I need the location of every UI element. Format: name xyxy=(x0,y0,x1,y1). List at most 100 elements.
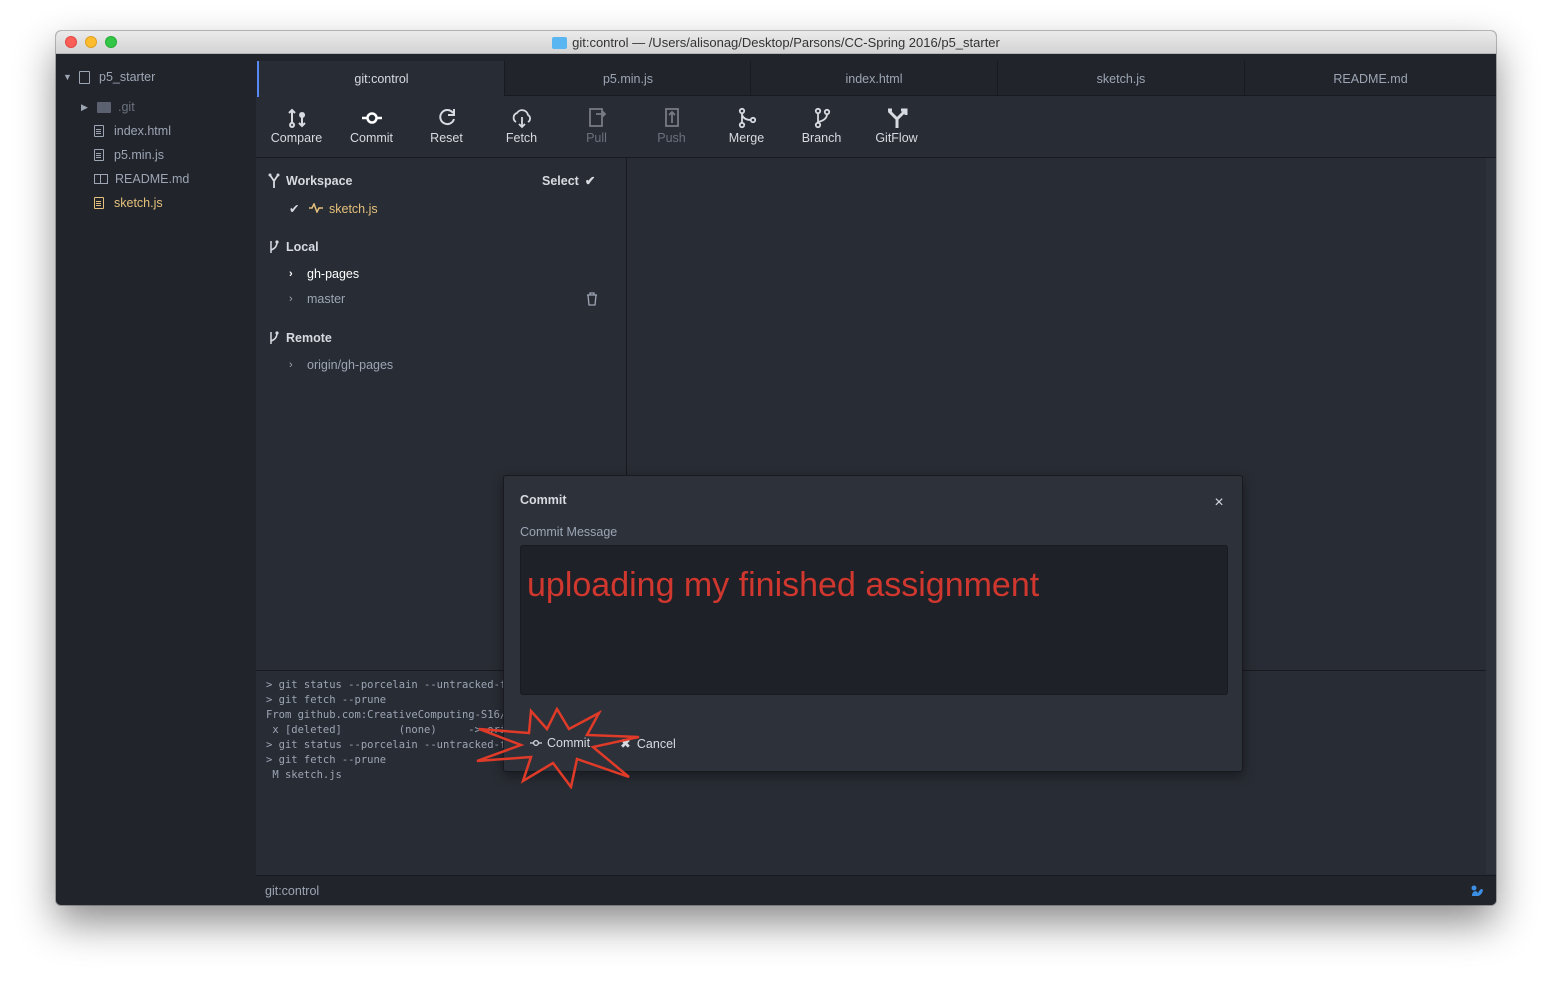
cloud-download-icon xyxy=(512,109,531,129)
commit-button[interactable]: Commit xyxy=(334,104,409,152)
maximize-window-button[interactable] xyxy=(105,36,117,48)
tool-label: Fetch xyxy=(505,131,538,145)
local-header: Local xyxy=(268,239,319,255)
status-label[interactable]: git:control xyxy=(265,884,319,898)
tool-label: Pull xyxy=(586,131,607,145)
scrollbar[interactable] xyxy=(1486,158,1496,874)
tab-sketch-js[interactable]: sketch.js xyxy=(997,61,1244,96)
tool-label: Compare xyxy=(270,131,323,145)
tree-item-readme[interactable]: README.md xyxy=(94,168,189,190)
chevron-down-icon: ▼ xyxy=(63,72,72,82)
push-icon xyxy=(664,108,679,127)
tab-label: git:control xyxy=(354,72,409,86)
commit-icon xyxy=(361,112,382,124)
tab-label: index.html xyxy=(845,71,903,86)
gitflow-button[interactable]: GitFlow xyxy=(859,104,934,152)
compare-icon xyxy=(287,108,306,128)
modified-icon xyxy=(309,201,323,216)
tab-p5-min-js[interactable]: p5.min.js xyxy=(504,61,751,96)
folder-icon xyxy=(552,37,568,49)
check-icon[interactable]: ✔ xyxy=(289,201,309,216)
local-label: Local xyxy=(286,240,319,254)
project-name: p5_starter xyxy=(99,70,156,84)
branch-label: gh-pages xyxy=(307,267,360,281)
reset-icon xyxy=(438,109,455,126)
window-title: git:control — /Users/alisonag/Desktop/Pa… xyxy=(572,34,1000,50)
remote-header: Remote xyxy=(268,330,332,346)
reset-button[interactable]: Reset xyxy=(409,104,484,152)
check-icon: ✔ xyxy=(584,174,596,188)
dialog-title: Commit xyxy=(520,493,567,507)
tool-label: Push xyxy=(657,131,686,145)
minimize-window-button[interactable] xyxy=(85,36,97,48)
chevron-right-icon: ▶ xyxy=(81,101,88,112)
workspace-file-row[interactable]: ✔ sketch.js xyxy=(289,201,378,217)
file-icon xyxy=(94,149,104,161)
branch-row-master[interactable]: › master xyxy=(289,292,345,306)
delete-branch-button[interactable] xyxy=(586,292,598,306)
gitflow-icon xyxy=(887,108,907,128)
chevron-right-icon: › xyxy=(289,268,293,280)
book-icon xyxy=(94,174,108,184)
fetch-button[interactable]: Fetch xyxy=(484,104,559,152)
compare-button[interactable]: Compare xyxy=(259,104,334,152)
tree-project-root[interactable]: ▼ p5_starter xyxy=(63,66,155,88)
tab-label: p5.min.js xyxy=(602,71,654,86)
tree-item-p5-min-js[interactable]: p5.min.js xyxy=(94,144,164,166)
tool-label: Commit xyxy=(349,131,394,145)
branch-icon xyxy=(270,240,279,253)
tab-git-control[interactable]: git:control xyxy=(257,61,504,97)
trash-icon xyxy=(587,292,597,306)
select-all-button[interactable]: Select ✔ xyxy=(542,173,596,189)
push-button[interactable]: Push xyxy=(634,104,709,152)
pull-button[interactable]: Pull xyxy=(559,104,634,152)
tab-label: sketch.js xyxy=(1096,71,1146,86)
tab-readme[interactable]: README.md xyxy=(1244,61,1496,96)
merge-button[interactable]: Merge xyxy=(709,104,784,152)
app-window: git:control — /Users/alisonag/Desktop/Pa… xyxy=(56,31,1496,905)
branch-label: master xyxy=(307,292,346,306)
tree-item-label: README.md xyxy=(115,172,190,186)
tree-item-git-folder[interactable]: ▶ .git xyxy=(81,96,135,118)
close-window-button[interactable] xyxy=(65,36,77,48)
repo-icon xyxy=(79,70,90,84)
tree-view: ▼ p5_starter ▶ .git index.html p5.min.js… xyxy=(56,54,256,905)
pull-icon xyxy=(588,108,606,127)
tree-item-sketch-js[interactable]: sketch.js xyxy=(94,192,163,214)
commit-message-label: Commit Message xyxy=(520,525,618,539)
commit-message-input[interactable]: uploading my finished assignment xyxy=(520,545,1228,695)
workspace-label: Workspace xyxy=(286,174,353,188)
starburst-annotation xyxy=(476,707,640,789)
tree-item-index-html[interactable]: index.html xyxy=(94,120,171,142)
tree-item-label: index.html xyxy=(114,124,171,138)
tree-item-label: p5.min.js xyxy=(114,148,165,162)
status-bar: git:control xyxy=(256,875,1496,905)
tree-item-label: sketch.js xyxy=(114,196,163,210)
branch-icon xyxy=(270,331,279,344)
git-toolbar: Compare Commit Reset Fetch Pull Push Mer… xyxy=(256,96,1496,158)
folder-icon xyxy=(97,101,111,113)
file-icon xyxy=(94,125,104,137)
workspace-icon xyxy=(268,173,280,188)
remote-label: Remote xyxy=(286,331,332,345)
tool-label: Branch xyxy=(801,131,842,145)
select-label: Select xyxy=(542,173,579,188)
tab-bar: git:control p5.min.js index.html sketch.… xyxy=(256,54,1496,97)
merge-icon xyxy=(738,107,756,129)
chevron-right-icon: › xyxy=(289,293,293,305)
tab-index-html[interactable]: index.html xyxy=(750,61,997,96)
file-icon xyxy=(94,197,104,209)
tool-label: GitFlow xyxy=(875,131,918,145)
workspace-header: Workspace xyxy=(268,173,352,189)
branch-icon xyxy=(814,107,830,129)
tab-label: README.md xyxy=(1333,71,1408,86)
tool-label: Reset xyxy=(430,131,463,145)
workspace-file-label: sketch.js xyxy=(329,201,378,216)
branch-button[interactable]: Branch xyxy=(784,104,859,152)
chevron-right-icon: › xyxy=(289,359,293,371)
tool-label: Merge xyxy=(728,131,765,145)
remote-branch-row[interactable]: › origin/gh-pages xyxy=(289,358,393,372)
close-icon[interactable]: × xyxy=(1212,495,1226,511)
branch-row-gh-pages[interactable]: › gh-pages xyxy=(289,267,359,281)
squirrel-icon[interactable] xyxy=(1470,884,1484,898)
